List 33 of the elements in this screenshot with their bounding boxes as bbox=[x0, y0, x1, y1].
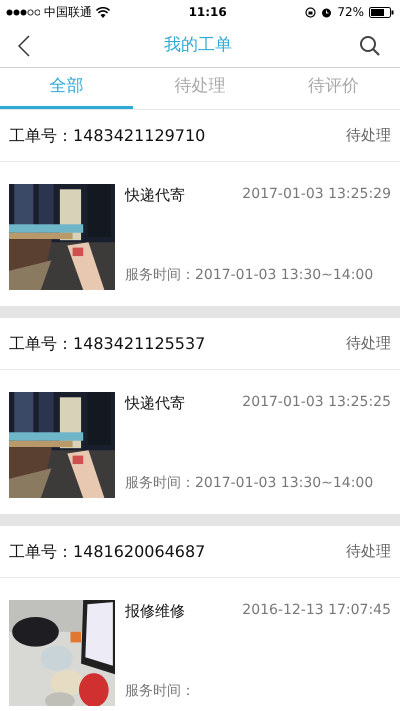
created-time: 2017-01-03 13:25:25 bbox=[242, 393, 391, 412]
order-number: 1483421129710 bbox=[73, 124, 206, 146]
page-title: 我的工单 bbox=[164, 34, 232, 57]
order-number-label: 工单号： bbox=[9, 332, 73, 354]
order-status: 待处理 bbox=[346, 333, 391, 354]
clock-time: 11:16 bbox=[188, 4, 227, 21]
service-type: 快递代寄 bbox=[125, 393, 185, 414]
created-time: 2016-12-13 17:07:45 bbox=[242, 601, 391, 620]
service-type: 快递代寄 bbox=[125, 185, 185, 206]
created-time: 2017-01-03 13:25:29 bbox=[242, 185, 391, 204]
order-number-label: 工单号： bbox=[9, 124, 73, 146]
order-status: 待处理 bbox=[346, 541, 391, 562]
service-time: 2017-01-03 13:30~14:00 bbox=[195, 474, 374, 493]
battery-icon bbox=[369, 6, 394, 18]
filter-tab[interactable]: 待处理 bbox=[133, 68, 267, 109]
wifi-icon bbox=[96, 6, 110, 18]
carrier-name: 中国联通 bbox=[44, 4, 92, 21]
service-time-label: 服务时间： bbox=[125, 682, 195, 701]
order-number: 1483421125537 bbox=[73, 332, 206, 354]
search-button[interactable] bbox=[358, 34, 382, 58]
battery-percent: 72% bbox=[337, 4, 364, 21]
service-time-label: 服务时间： bbox=[125, 474, 195, 493]
filter-tab[interactable]: 全部 bbox=[0, 68, 134, 109]
service-time: 2017-01-03 13:30~14:00 bbox=[195, 266, 374, 285]
service-time-label: 服务时间： bbox=[125, 266, 195, 285]
service-type: 报修维修 bbox=[125, 601, 185, 622]
order-status: 待处理 bbox=[346, 125, 391, 146]
order-number: 1481620064687 bbox=[73, 540, 206, 562]
alarm-icon bbox=[321, 6, 332, 18]
rotation-lock-icon bbox=[305, 6, 316, 18]
filter-tab[interactable]: 待评价 bbox=[266, 68, 400, 109]
order-number-label: 工单号： bbox=[9, 540, 73, 562]
signal-icon bbox=[6, 8, 40, 16]
